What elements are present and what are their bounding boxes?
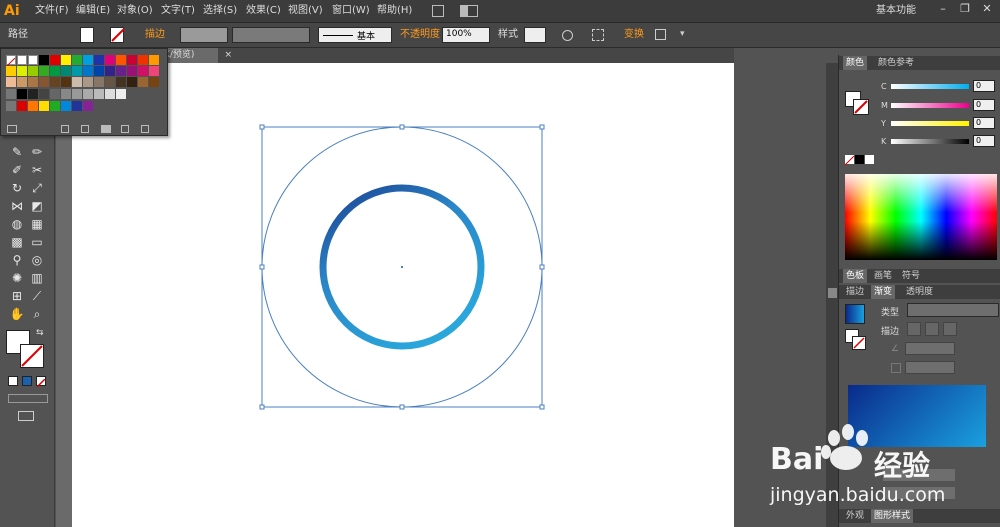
- hand-tool-icon[interactable]: ✋: [8, 305, 26, 323]
- yellow-label: Y: [881, 119, 886, 128]
- mesh-tool-icon[interactable]: ▩: [8, 233, 26, 251]
- blend-tool-icon[interactable]: ◎: [28, 251, 46, 269]
- magenta-label: M: [881, 101, 888, 110]
- watermark-brand: Bai: [770, 442, 824, 477]
- gradient-stroke-label: 描边: [881, 327, 900, 337]
- blob-brush-tool-icon[interactable]: ✐: [8, 161, 26, 179]
- swatches-panel-header: 色板 画笔 符号: [839, 269, 1000, 283]
- swap-fill-stroke-icon[interactable]: ⇆: [36, 328, 44, 338]
- shape-builder-tool-icon[interactable]: ◍: [8, 215, 26, 233]
- none-slash-icon: [36, 378, 46, 388]
- none-quick-swatch[interactable]: [844, 155, 855, 166]
- new-color-group-icon[interactable]: [101, 125, 111, 133]
- gradient-stroke-proxy[interactable]: [852, 336, 866, 350]
- screen-mode-icon[interactable]: [18, 411, 34, 421]
- baidu-jingyan-watermark: Bai 经验 jingyan.baidu.com: [768, 420, 1000, 527]
- none-mode-button[interactable]: [36, 376, 46, 388]
- perspective-grid-tool-icon[interactable]: ▦: [28, 215, 46, 233]
- tab-symbols[interactable]: 符号: [899, 269, 923, 283]
- swatches-popup: [0, 48, 168, 136]
- black-quick-swatch[interactable]: [855, 155, 864, 164]
- artboard-tool-icon[interactable]: ⊞: [8, 287, 26, 305]
- free-transform-tool-icon[interactable]: ◩: [28, 197, 46, 215]
- scale-tool-icon[interactable]: ⤢: [28, 179, 46, 197]
- rotate-tool-icon[interactable]: ↻: [8, 179, 26, 197]
- tab-brushes[interactable]: 画笔: [871, 269, 895, 283]
- gradient-type-label: 类型: [881, 308, 900, 318]
- delete-swatch-icon[interactable]: [141, 125, 149, 133]
- angle-input[interactable]: [905, 342, 955, 355]
- tab-color-guide[interactable]: 颜色参考: [875, 56, 917, 70]
- draw-mode-icons[interactable]: [8, 394, 48, 403]
- watermark-brand-cn: 经验: [874, 449, 931, 482]
- eyedropper-tool-icon[interactable]: ⚲: [8, 251, 26, 269]
- stroke-gradient-option-3[interactable]: [943, 322, 957, 336]
- stroke-gradient-option-2[interactable]: [925, 322, 939, 336]
- white-quick-swatch[interactable]: [865, 155, 874, 164]
- magenta-slider[interactable]: [891, 103, 969, 108]
- scissors-tool-icon[interactable]: ✂: [28, 161, 46, 179]
- none-slash-icon: [853, 337, 865, 349]
- cyan-value[interactable]: 0: [973, 80, 995, 92]
- gradient-type-dropdown[interactable]: [907, 303, 999, 317]
- swatch-kind-icon[interactable]: [61, 125, 69, 133]
- stroke-proxy[interactable]: [853, 99, 869, 115]
- tab-stroke[interactable]: 描边: [843, 285, 867, 299]
- gradient-thumbnail[interactable]: [845, 304, 865, 324]
- watermark-url: jingyan.baidu.com: [770, 484, 946, 506]
- width-tool-icon[interactable]: ⋈: [8, 197, 26, 215]
- color-spectrum[interactable]: [845, 174, 997, 260]
- gradient-tool-icon[interactable]: ▭: [28, 233, 46, 251]
- new-swatch-icon[interactable]: [121, 125, 129, 133]
- black-value[interactable]: 0: [973, 135, 995, 147]
- zoom-tool-icon[interactable]: ⌕: [28, 305, 46, 323]
- stroke-gradient-option-1[interactable]: [907, 322, 921, 336]
- scrollbar-thumb[interactable]: [828, 288, 837, 298]
- pencil-tool-icon[interactable]: ✏: [28, 143, 46, 161]
- swatch-library-icon[interactable]: [7, 125, 17, 133]
- gradient-mode-button[interactable]: [22, 376, 32, 386]
- black-slider[interactable]: [891, 139, 969, 144]
- none-slash-icon: [21, 345, 43, 367]
- angle-icon: ∠: [891, 344, 900, 354]
- yellow-value[interactable]: 0: [973, 117, 995, 129]
- pen-tool-icon[interactable]: ✎: [8, 143, 26, 161]
- slice-tool-icon[interactable]: ⟋: [28, 287, 46, 305]
- stroke-box[interactable]: [20, 344, 44, 368]
- column-graph-tool-icon[interactable]: ▥: [28, 269, 46, 287]
- tab-transparency[interactable]: 透明度: [903, 285, 936, 299]
- cyan-label: C: [881, 82, 887, 91]
- aspect-ratio-input[interactable]: [905, 361, 955, 374]
- aspect-ratio-icon: [891, 363, 901, 373]
- color-panel-header: 颜色 颜色参考: [839, 56, 1000, 70]
- tab-swatches[interactable]: 色板: [843, 269, 868, 283]
- none-slash-icon: [854, 100, 868, 114]
- gradient-panel-header: 描边 渐变 透明度: [839, 285, 1000, 299]
- symbol-sprayer-tool-icon[interactable]: ✺: [8, 269, 26, 287]
- black-label: K: [881, 137, 887, 146]
- yellow-slider[interactable]: [891, 121, 969, 126]
- tab-gradient[interactable]: 渐变: [871, 285, 896, 299]
- tab-color[interactable]: 颜色: [843, 56, 868, 70]
- swatch-options-icon[interactable]: [81, 125, 89, 133]
- color-mode-button[interactable]: [8, 376, 18, 386]
- center-point: [401, 266, 403, 268]
- cyan-slider[interactable]: [891, 84, 969, 89]
- magenta-value[interactable]: 0: [973, 99, 995, 111]
